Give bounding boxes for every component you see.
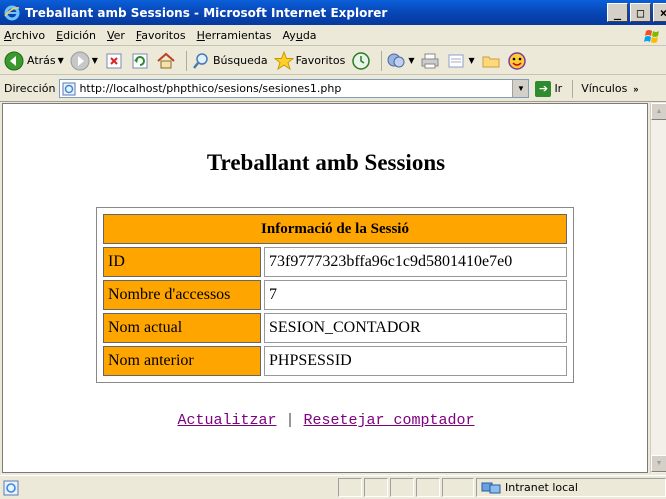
vertical-scrollbar[interactable]: ▲ ▼: [650, 103, 666, 473]
smiley-icon: [507, 51, 527, 71]
favorites-button[interactable]: Favoritos: [273, 50, 346, 71]
table-header: Informació de la Sessió: [103, 214, 567, 244]
row-label: Nombre d'accessos: [103, 280, 261, 310]
status-pane: [338, 478, 362, 497]
menu-favoritos[interactable]: Favoritos: [136, 29, 186, 42]
links-toolbar[interactable]: Vínculos: [581, 82, 627, 95]
address-dropdown-icon[interactable]: ▼: [512, 80, 529, 97]
back-arrow-icon: [4, 51, 24, 71]
go-arrow-icon: ➔: [535, 80, 552, 97]
back-button[interactable]: Atrás ▼: [4, 51, 64, 71]
star-icon: [273, 50, 294, 71]
address-label: Dirección: [4, 82, 56, 95]
close-button[interactable]: ×: [653, 3, 666, 22]
page-status-icon: [3, 480, 19, 496]
yahoo-messenger-button[interactable]: [507, 51, 527, 71]
security-zone[interactable]: Intranet local: [476, 478, 666, 497]
menu-bar: Archivo Edición Ver Favoritos Herramient…: [0, 25, 666, 46]
search-icon: [191, 51, 211, 71]
folder-button[interactable]: [481, 51, 501, 71]
page-title: Treballant amb Sessions: [206, 150, 446, 175]
page-icon: [62, 82, 76, 96]
home-button[interactable]: [156, 51, 176, 71]
forward-button[interactable]: ▼: [70, 51, 98, 71]
intranet-icon: [481, 481, 501, 495]
row-label: Nom actual: [103, 313, 261, 343]
forward-arrow-icon: [70, 51, 90, 71]
page-content: Treballant amb Sessions Informació de la…: [2, 103, 648, 473]
refresh-icon: [130, 51, 150, 71]
scroll-up-icon[interactable]: ▲: [651, 103, 666, 120]
history-icon: [351, 51, 371, 71]
row-value: SESION_CONTADOR: [264, 313, 567, 343]
row-label: Nom anterior: [103, 346, 261, 376]
title-bar[interactable]: Treballant amb Sessions - Microsoft Inte…: [0, 0, 666, 25]
address-bar: Dirección http://localhost/phpthico/sesi…: [0, 76, 666, 102]
row-value: 7: [264, 280, 567, 310]
messenger-icon: [386, 51, 406, 71]
table-row: Nombre d'accessos 7: [103, 280, 567, 310]
windows-flag-icon: [644, 28, 662, 44]
chevron-down-icon[interactable]: ▼: [92, 56, 98, 65]
row-label: ID: [103, 247, 261, 277]
edit-button[interactable]: ▼: [446, 51, 475, 71]
go-label: Ir: [554, 82, 563, 95]
table-row: ID 73f9777323bffa96c1c9d5801410e7e0: [103, 247, 567, 277]
chevron-down-icon[interactable]: ▼: [58, 56, 64, 65]
standard-toolbar: Atrás ▼ ▼ Búsqueda Favoritos ▼ ▼: [0, 47, 666, 75]
refresh-link[interactable]: Actualitzar: [177, 412, 276, 429]
window-controls: _ □ ×: [607, 3, 666, 22]
table-row: Nom actual SESION_CONTADOR: [103, 313, 567, 343]
printer-icon: [420, 51, 440, 71]
scroll-down-icon[interactable]: ▼: [651, 455, 666, 472]
maximize-button[interactable]: □: [630, 3, 651, 22]
status-bar: Intranet local: [0, 475, 666, 499]
link-separator: |: [285, 412, 295, 429]
refresh-button[interactable]: [130, 51, 150, 71]
chevron-right-icon[interactable]: »: [633, 84, 638, 94]
address-separator: [572, 79, 574, 98]
window-title: Treballant amb Sessions - Microsoft Inte…: [25, 5, 388, 20]
search-label: Búsqueda: [212, 54, 268, 67]
toolbar-separator: [185, 50, 187, 71]
menu-edicion[interactable]: Edición: [56, 29, 96, 42]
ie-window: Treballant amb Sessions - Microsoft Inte…: [0, 0, 666, 499]
menu-herramientas[interactable]: Herramientas: [197, 29, 272, 42]
messenger-button[interactable]: ▼: [386, 51, 414, 71]
reset-counter-link[interactable]: Resetejar comptador: [304, 412, 475, 429]
status-pane: [364, 478, 388, 497]
address-url: http://localhost/phpthico/sesions/sesion…: [79, 82, 342, 95]
back-label: Atrás: [27, 54, 56, 67]
address-input[interactable]: http://localhost/phpthico/sesions/sesion…: [59, 79, 530, 98]
menu-ayuda[interactable]: Ayuda: [283, 29, 317, 42]
go-button[interactable]: ➔ Ir: [535, 80, 563, 97]
menu-archivo[interactable]: Archivo: [4, 29, 45, 42]
action-links: Actualitzar | Resetejar comptador: [3, 412, 647, 429]
chevron-down-icon[interactable]: ▼: [468, 56, 474, 65]
menu-ver[interactable]: Ver: [107, 29, 125, 42]
minimize-button[interactable]: _: [607, 3, 628, 22]
table-row: Nom anterior PHPSESSID: [103, 346, 567, 376]
status-pane: [390, 478, 414, 497]
search-button[interactable]: Búsqueda: [191, 51, 268, 71]
home-icon: [156, 51, 176, 71]
zone-label: Intranet local: [505, 481, 578, 494]
folder-icon: [481, 51, 501, 71]
status-pane: [442, 478, 474, 497]
chevron-down-icon[interactable]: ▼: [408, 56, 414, 65]
favorites-label: Favoritos: [295, 54, 346, 67]
row-value: 73f9777323bffa96c1c9d5801410e7e0: [264, 247, 567, 277]
status-pane: [416, 478, 440, 497]
toolbar-separator: [381, 50, 383, 71]
print-button[interactable]: [420, 51, 440, 71]
history-button[interactable]: [351, 51, 371, 71]
stop-icon: [104, 51, 124, 71]
edit-page-icon: [446, 51, 466, 71]
row-value: PHPSESSID: [264, 346, 567, 376]
ie-logo-icon: [4, 5, 20, 21]
session-table: Informació de la Sessió ID 73f9777323bff…: [96, 207, 574, 383]
stop-button[interactable]: [104, 51, 124, 71]
